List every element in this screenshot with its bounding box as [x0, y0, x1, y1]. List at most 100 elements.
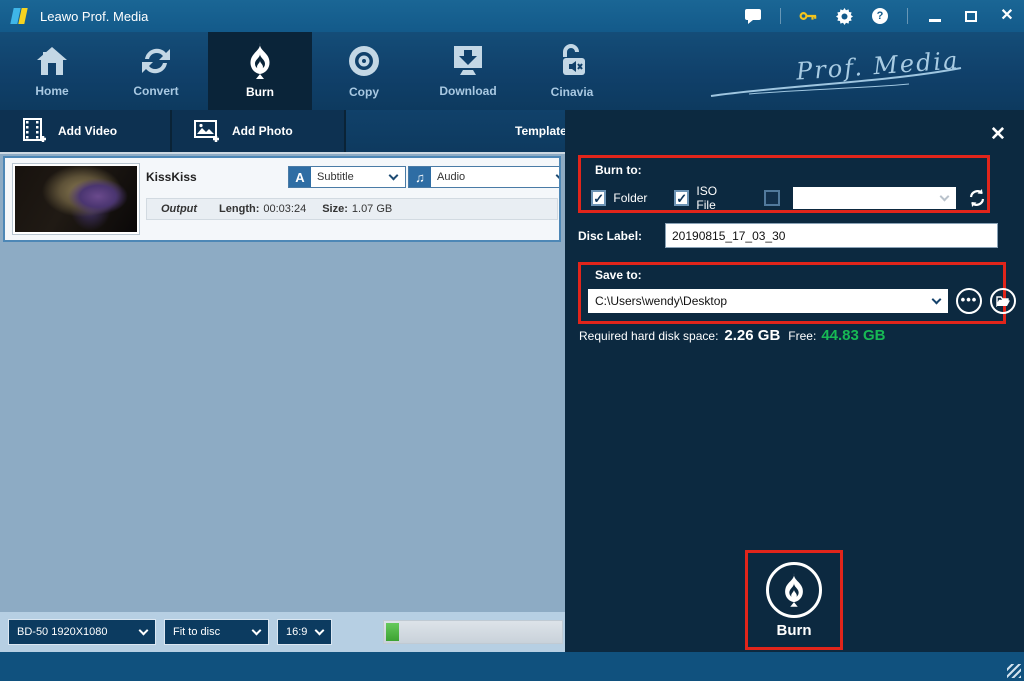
chevron-down-icon [931, 294, 942, 305]
titlebar: Leawo Prof. Media ? ✕ [0, 0, 1024, 32]
free-space-label: Free: [788, 329, 817, 343]
required-space-value: 2.26 GB [724, 327, 781, 344]
brand-swoosh [710, 67, 962, 97]
output-info-bar: Output Length: 00:03:24 Size: 1.07 GB [146, 198, 558, 220]
disc-label-input[interactable] [665, 223, 998, 248]
titlebar-separator [907, 8, 908, 24]
burn-button-circle [766, 562, 822, 618]
add-photo-icon [194, 120, 219, 142]
toolbar: Add Video Add Photo Template [0, 110, 565, 152]
tab-home[interactable]: Home [0, 32, 104, 110]
open-folder-button[interactable] [990, 288, 1016, 314]
disc-type-dropdown[interactable]: BD-50 1920X1080 [8, 619, 156, 645]
minimize-button[interactable] [926, 7, 944, 25]
fit-value: Fit to disc [173, 626, 221, 638]
register-key-icon[interactable] [799, 7, 817, 25]
browse-button[interactable]: ••• [956, 288, 982, 314]
audio-dropdown-value: Audio [437, 171, 466, 183]
feedback-icon[interactable] [744, 7, 762, 25]
folder-checkbox-label: Folder [613, 191, 648, 205]
panel-close-icon[interactable]: ✕ [988, 125, 1008, 145]
video-thumbnail [12, 163, 140, 235]
resize-grip[interactable] [1007, 664, 1021, 678]
disc-label-row: Disc Label: [578, 223, 1010, 249]
download-icon [454, 46, 482, 75]
length-label: Length: [219, 203, 260, 215]
output-label: Output [161, 203, 198, 215]
add-video-button[interactable]: Add Video [0, 110, 172, 152]
template-button[interactable]: Template [515, 124, 565, 138]
add-video-icon [23, 118, 46, 142]
free-space-value: 44.83 GB [821, 327, 886, 344]
window-title: Leawo Prof. Media [40, 8, 149, 24]
refresh-drives-button[interactable] [967, 188, 987, 208]
save-to-label: Save to: [595, 268, 642, 282]
chevron-down-icon [314, 625, 325, 636]
media-list: KissKiss A Subtitle ♫ Audio Output Lengt… [0, 152, 565, 612]
burn-button-label: Burn [776, 622, 812, 639]
audio-note-icon: ♫ [409, 167, 431, 187]
iso-file-checkbox[interactable]: ✓ [674, 190, 690, 206]
add-photo-label: Add Photo [232, 124, 293, 138]
disc-drive-dropdown[interactable] [792, 187, 956, 209]
burn-button[interactable]: Burn [745, 550, 843, 650]
ellipsis-icon: ••• [960, 291, 978, 307]
aspect-ratio-dropdown[interactable]: 16:9 [277, 619, 332, 645]
tab-label: Copy [349, 85, 379, 99]
cinavia-lock-icon [563, 44, 585, 75]
aspect-value: 16:9 [286, 626, 308, 638]
fit-to-disc-dropdown[interactable]: Fit to disc [164, 619, 269, 645]
add-video-label: Add Video [58, 124, 118, 138]
left-column: Add Video Add Photo Template KissKiss A … [0, 110, 565, 652]
convert-icon [142, 48, 170, 74]
refresh-icon [969, 189, 985, 207]
tab-burn[interactable]: Burn [208, 32, 312, 110]
iso-file-checkbox-label: ISO File [696, 184, 718, 212]
titlebar-separator [780, 8, 781, 24]
tab-label: Download [439, 84, 497, 98]
disk-space-info: Required hard disk space: 2.26 GB Free: … [579, 327, 886, 344]
maximize-button[interactable] [962, 7, 980, 25]
length-value: 00:03:24 [263, 203, 307, 215]
help-icon[interactable]: ? [871, 7, 889, 25]
output-settings-bar: BD-50 1920X1080 Fit to disc 16:9 [0, 612, 565, 652]
leawo-logo-icon [10, 7, 30, 25]
disc-label-label: Disc Label: [578, 229, 643, 243]
add-photo-button[interactable]: Add Photo [172, 110, 346, 152]
settings-gear-icon[interactable] [835, 7, 853, 25]
save-path-value: C:\Users\wendy\Desktop [595, 294, 728, 308]
size-value: 1.07 GB [351, 203, 393, 215]
tab-cinavia[interactable]: Cinavia [520, 32, 624, 110]
disc-drive-checkbox[interactable] [764, 190, 780, 206]
tab-label: Cinavia [550, 85, 594, 99]
save-to-highlight-box: Save to: C:\Users\wendy\Desktop ••• 1 [578, 262, 1016, 324]
open-folder-icon [996, 296, 1010, 307]
folder-checkbox[interactable]: ✓ [591, 190, 607, 206]
disc-space-used [386, 623, 399, 641]
brand-logo: Prof. Media [709, 44, 969, 104]
burn-to-highlight-box: Burn to: ✓ Folder ✓ ISO File [578, 155, 990, 213]
chevron-down-icon [388, 170, 399, 181]
required-space-label: Required hard disk space: [579, 329, 719, 343]
tab-label: Convert [133, 84, 179, 98]
tab-label: Burn [246, 85, 274, 99]
chevron-down-icon [939, 191, 950, 202]
burn-flame-icon [250, 43, 270, 79]
tab-copy[interactable]: Copy [312, 32, 416, 110]
subtitle-dropdown[interactable]: A Subtitle [288, 166, 406, 188]
burn-settings-panel: ✕ Burn to: ✓ Folder ✓ ISO File Disc Labe… [565, 110, 1024, 652]
status-bar [0, 652, 1024, 681]
burn-flame-icon [785, 573, 803, 607]
disc-space-indicator [383, 620, 563, 644]
app-window: Leawo Prof. Media ? ✕ Home Convert Burn … [0, 0, 1024, 681]
tab-download[interactable]: Download [416, 32, 520, 110]
chevron-down-icon [138, 625, 149, 636]
close-button[interactable]: ✕ [998, 7, 1016, 25]
main-nav: Home Convert Burn Copy Download Cinavia … [0, 32, 1024, 110]
disc-type-value: BD-50 1920X1080 [17, 626, 108, 638]
home-icon [37, 47, 67, 75]
audio-dropdown[interactable]: ♫ Audio [408, 166, 559, 188]
tab-convert[interactable]: Convert [104, 32, 208, 110]
video-list-item[interactable]: KissKiss A Subtitle ♫ Audio Output Lengt… [3, 156, 561, 242]
save-path-dropdown[interactable]: C:\Users\wendy\Desktop [588, 289, 948, 313]
